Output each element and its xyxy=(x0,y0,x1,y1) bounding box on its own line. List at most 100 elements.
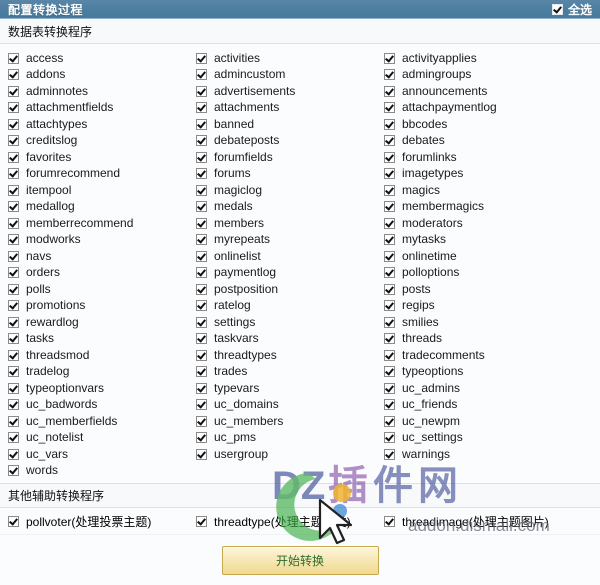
checkbox-imagetypes[interactable] xyxy=(384,168,395,180)
table-checkbox-item[interactable]: medallog xyxy=(0,199,188,214)
checkbox-tradelog[interactable] xyxy=(8,366,19,378)
table-checkbox-item[interactable]: admingroups xyxy=(376,67,600,82)
checkbox-threadsmod[interactable] xyxy=(8,349,19,361)
checkbox-medals[interactable] xyxy=(196,201,207,213)
table-checkbox-item[interactable]: banned xyxy=(188,117,376,132)
checkbox-polls[interactable] xyxy=(8,283,19,295)
table-checkbox-item[interactable]: forumlinks xyxy=(376,150,600,165)
table-checkbox-item[interactable]: warnings xyxy=(376,447,600,462)
table-checkbox-item[interactable]: attachtypes xyxy=(0,117,188,132)
table-checkbox-item[interactable]: adminnotes xyxy=(0,84,188,99)
checkbox-usergroup[interactable] xyxy=(196,448,207,460)
checkbox-uc_memberfields[interactable] xyxy=(8,415,19,427)
checkbox-itempool[interactable] xyxy=(8,184,19,196)
table-checkbox-item[interactable]: moderators xyxy=(376,216,600,231)
checkbox-aux-0[interactable] xyxy=(8,515,19,527)
table-checkbox-item[interactable]: postposition xyxy=(188,282,376,297)
table-checkbox-item[interactable]: debates xyxy=(376,133,600,148)
table-checkbox-item[interactable]: onlinetime xyxy=(376,249,600,264)
table-checkbox-item[interactable]: debateposts xyxy=(188,133,376,148)
checkbox-uc_notelist[interactable] xyxy=(8,432,19,444)
table-checkbox-item[interactable]: typeoptionvars xyxy=(0,381,188,396)
checkbox-banned[interactable] xyxy=(196,118,207,130)
checkbox-advertisements[interactable] xyxy=(196,85,207,97)
aux-checkbox-item[interactable]: threadimage(处理主题图片) xyxy=(376,513,600,530)
table-checkbox-item[interactable]: uc_members xyxy=(188,414,376,429)
table-checkbox-item[interactable]: tasks xyxy=(0,331,188,346)
checkbox-aux-2[interactable] xyxy=(384,515,395,527)
table-checkbox-item[interactable]: settings xyxy=(188,315,376,330)
table-checkbox-item[interactable]: threadsmod xyxy=(0,348,188,363)
checkbox-magiclog[interactable] xyxy=(196,184,207,196)
checkbox-bbcodes[interactable] xyxy=(384,118,395,130)
checkbox-addons[interactable] xyxy=(8,69,19,81)
checkbox-myrepeats[interactable] xyxy=(196,234,207,246)
table-checkbox-item[interactable]: magics xyxy=(376,183,600,198)
table-checkbox-item[interactable]: regips xyxy=(376,298,600,313)
table-checkbox-item[interactable]: threadtypes xyxy=(188,348,376,363)
table-checkbox-item[interactable]: smilies xyxy=(376,315,600,330)
aux-checkbox-item[interactable]: threadtype(处理主题分类) xyxy=(188,513,376,530)
checkbox-uc_vars[interactable] xyxy=(8,448,19,460)
checkbox-typeoptions[interactable] xyxy=(384,366,395,378)
table-checkbox-item[interactable]: threads xyxy=(376,331,600,346)
table-checkbox-item[interactable]: uc_admins xyxy=(376,381,600,396)
table-checkbox-item[interactable]: usergroup xyxy=(188,447,376,462)
checkbox-announcements[interactable] xyxy=(384,85,395,97)
table-checkbox-item[interactable]: membermagics xyxy=(376,199,600,214)
checkbox-navs[interactable] xyxy=(8,250,19,262)
checkbox-warnings[interactable] xyxy=(384,448,395,460)
checkbox-trades[interactable] xyxy=(196,366,207,378)
table-checkbox-item[interactable]: polloptions xyxy=(376,265,600,280)
table-checkbox-item[interactable]: uc_vars xyxy=(0,447,188,462)
checkbox-taskvars[interactable] xyxy=(196,333,207,345)
table-checkbox-item[interactable]: announcements xyxy=(376,84,600,99)
table-checkbox-item[interactable]: tradecomments xyxy=(376,348,600,363)
table-checkbox-item[interactable]: mytasks xyxy=(376,232,600,247)
table-checkbox-item[interactable]: words xyxy=(0,463,188,478)
table-checkbox-item[interactable]: typeoptions xyxy=(376,364,600,379)
checkbox-access[interactable] xyxy=(8,52,19,64)
checkbox-uc_admins[interactable] xyxy=(384,382,395,394)
table-checkbox-item[interactable]: rewardlog xyxy=(0,315,188,330)
table-checkbox-item[interactable]: creditslog xyxy=(0,133,188,148)
checkbox-onlinetime[interactable] xyxy=(384,250,395,262)
select-all-toggle[interactable]: 全选 xyxy=(551,1,592,18)
checkbox-uc_domains[interactable] xyxy=(196,399,207,411)
checkbox-forumfields[interactable] xyxy=(196,151,207,163)
table-checkbox-item[interactable]: uc_friends xyxy=(376,397,600,412)
checkbox-magics[interactable] xyxy=(384,184,395,196)
checkbox-settings[interactable] xyxy=(196,316,207,328)
checkbox-medallog[interactable] xyxy=(8,201,19,213)
table-checkbox-item[interactable]: forumfields xyxy=(188,150,376,165)
checkbox-forumlinks[interactable] xyxy=(384,151,395,163)
checkbox-threads[interactable] xyxy=(384,333,395,345)
checkbox-tradecomments[interactable] xyxy=(384,349,395,361)
checkbox-uc_settings[interactable] xyxy=(384,432,395,444)
table-checkbox-item[interactable]: access xyxy=(0,51,188,66)
table-checkbox-item[interactable]: polls xyxy=(0,282,188,297)
table-checkbox-item[interactable]: uc_domains xyxy=(188,397,376,412)
table-checkbox-item[interactable]: favorites xyxy=(0,150,188,165)
table-checkbox-item[interactable]: taskvars xyxy=(188,331,376,346)
checkbox-typevars[interactable] xyxy=(196,382,207,394)
checkbox-creditslog[interactable] xyxy=(8,135,19,147)
checkbox-mytasks[interactable] xyxy=(384,234,395,246)
checkbox-adminnotes[interactable] xyxy=(8,85,19,97)
checkbox-onlinelist[interactable] xyxy=(196,250,207,262)
aux-checkbox-item[interactable]: pollvoter(处理投票主题) xyxy=(0,513,188,530)
table-checkbox-item[interactable]: members xyxy=(188,216,376,231)
table-checkbox-item[interactable]: attachmentfields xyxy=(0,100,188,115)
start-conversion-button[interactable]: 开始转换 xyxy=(221,545,379,575)
checkbox-forumrecommend[interactable] xyxy=(8,168,19,180)
checkbox-attachments[interactable] xyxy=(196,102,207,114)
table-checkbox-item[interactable]: activities xyxy=(188,51,376,66)
table-checkbox-item[interactable]: memberrecommend xyxy=(0,216,188,231)
checkbox-typeoptionvars[interactable] xyxy=(8,382,19,394)
checkbox-postposition[interactable] xyxy=(196,283,207,295)
table-checkbox-item[interactable]: posts xyxy=(376,282,600,297)
checkbox-uc_badwords[interactable] xyxy=(8,399,19,411)
table-checkbox-item[interactable]: uc_pms xyxy=(188,430,376,445)
table-checkbox-item[interactable]: medals xyxy=(188,199,376,214)
checkbox-tasks[interactable] xyxy=(8,333,19,345)
